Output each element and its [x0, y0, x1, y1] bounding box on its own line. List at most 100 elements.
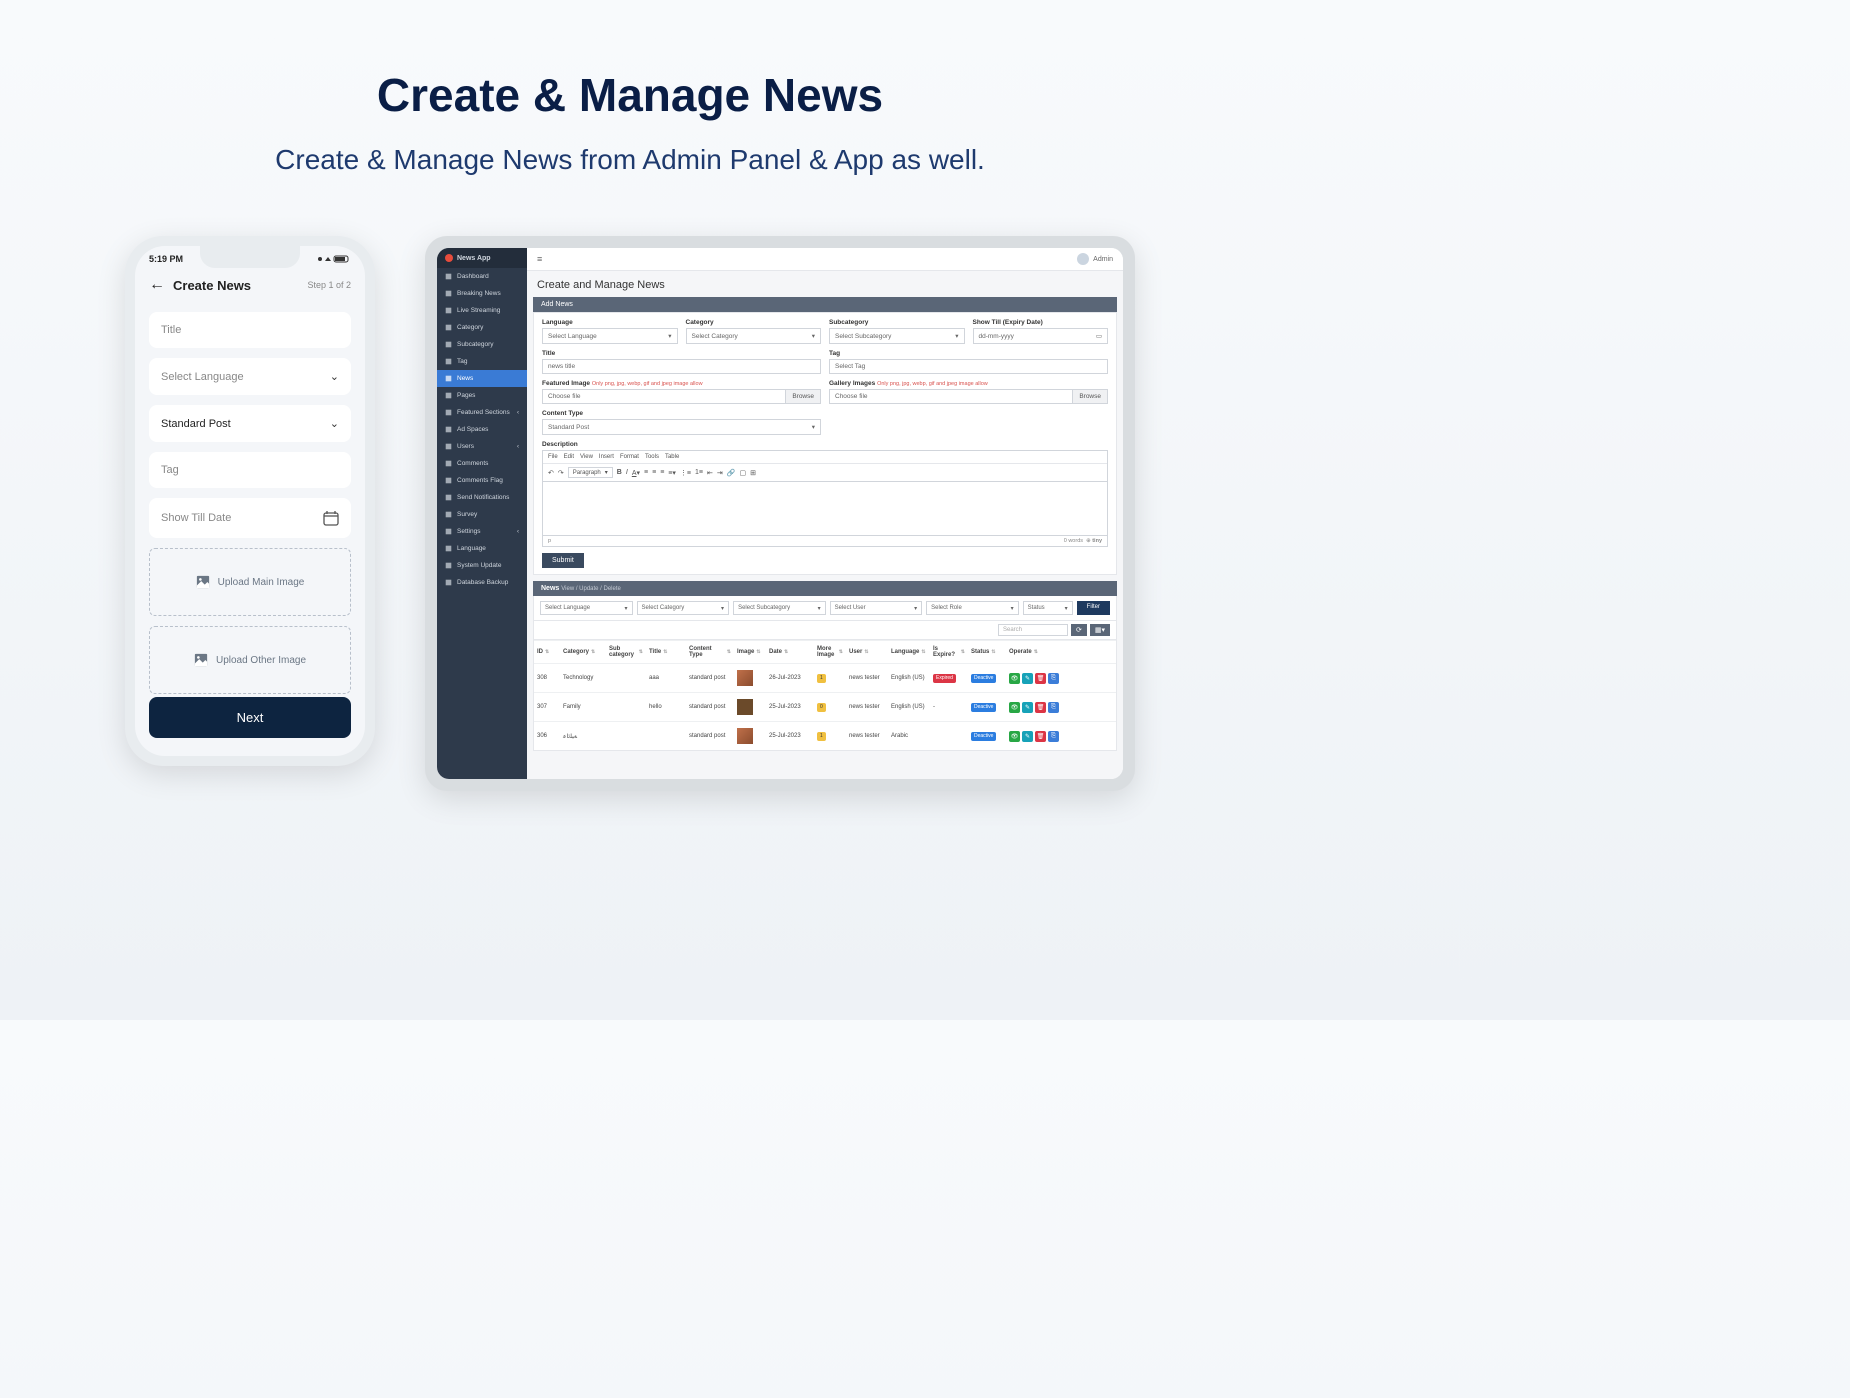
undo-icon[interactable]: ↶ [548, 469, 554, 477]
col-title[interactable]: Title⇅ [646, 641, 686, 663]
editor-toolbar[interactable]: ↶↷ Paragraph ▾ BI A▾ ≡≡≡≡▾ ⋮≡1≡ ⇤⇥ 🔗▢⊞ [543, 464, 1107, 481]
title-input[interactable]: news title [542, 359, 821, 374]
underline-icon[interactable]: A▾ [632, 469, 640, 477]
clone-button[interactable]: ⎘ [1048, 673, 1059, 684]
show-till-input[interactable]: dd-mm-yyyy▭ [973, 328, 1109, 344]
bold-icon[interactable]: B [617, 469, 622, 476]
category-select[interactable]: Select Category▾ [686, 328, 822, 344]
col-id[interactable]: ID⇅ [534, 641, 560, 663]
outdent-icon[interactable]: ⇤ [707, 469, 713, 477]
align-left-icon[interactable]: ≡ [644, 469, 648, 476]
image-icon[interactable]: ▢ [739, 469, 746, 477]
delete-button[interactable]: 🗑 [1035, 673, 1046, 684]
editor-menu-edit[interactable]: Edit [564, 454, 574, 460]
filter-category[interactable]: Select Category▾ [637, 601, 730, 615]
col-date[interactable]: Date⇅ [766, 641, 814, 663]
content-type-select[interactable]: Standard Post▾ [542, 419, 821, 435]
featured-browse-button[interactable]: Browse [786, 389, 821, 404]
search-input[interactable]: Search [998, 624, 1068, 636]
filter-user[interactable]: Select User▾ [830, 601, 923, 615]
language-select[interactable]: Select Language▾ [542, 328, 678, 344]
tag-input[interactable]: Tag [149, 452, 351, 488]
sidebar-item-category[interactable]: Category [437, 319, 527, 336]
sidebar-item-users[interactable]: Users‹ [437, 438, 527, 455]
clone-button[interactable]: ⎘ [1048, 702, 1059, 713]
show-till-input[interactable]: Show Till Date [149, 498, 351, 538]
subcategory-select[interactable]: Select Subcategory▾ [829, 328, 965, 344]
sidebar-item-comments-flag[interactable]: Comments Flag [437, 472, 527, 489]
sidebar-item-ad-spaces[interactable]: Ad Spaces [437, 421, 527, 438]
sidebar-item-comments[interactable]: Comments [437, 455, 527, 472]
edit-button[interactable]: ✎ [1022, 673, 1033, 684]
col-more[interactable]: More Image⇅ [814, 641, 846, 663]
list-ul-icon[interactable]: ⋮≡ [680, 469, 691, 477]
redo-icon[interactable]: ↷ [558, 469, 564, 477]
sidebar-item-pages[interactable]: Pages [437, 387, 527, 404]
sidebar-item-send-notifications[interactable]: Send Notifications [437, 489, 527, 506]
view-button[interactable]: 👁 [1009, 673, 1020, 684]
editor-menu-insert[interactable]: Insert [599, 454, 614, 460]
col-cat[interactable]: Category⇅ [560, 641, 606, 663]
col-exp[interactable]: Is Expire?⇅ [930, 641, 968, 663]
sidebar-item-breaking-news[interactable]: Breaking News [437, 285, 527, 302]
align-right-icon[interactable]: ≡ [660, 469, 664, 476]
next-button[interactable]: Next [149, 697, 351, 738]
post-type-select[interactable]: Standard Post ⌄ [149, 405, 351, 442]
language-select[interactable]: Select Language ⌄ [149, 358, 351, 395]
editor-menu-view[interactable]: View [580, 454, 593, 460]
filter-button[interactable]: Filter [1077, 601, 1110, 615]
indent-icon[interactable]: ⇥ [717, 469, 723, 477]
filter-role[interactable]: Select Role▾ [926, 601, 1019, 615]
col-lang[interactable]: Language⇅ [888, 641, 930, 663]
refresh-button[interactable]: ⟳ [1071, 624, 1087, 636]
sidebar-item-featured-sections[interactable]: Featured Sections‹ [437, 404, 527, 421]
col-op[interactable]: Operate⇅ [1006, 641, 1116, 663]
sidebar-item-dashboard[interactable]: Dashboard [437, 268, 527, 285]
col-stat[interactable]: Status⇅ [968, 641, 1006, 663]
col-sub[interactable]: Sub category⇅ [606, 641, 646, 663]
sidebar-item-subcategory[interactable]: Subcategory [437, 336, 527, 353]
filter-subcategory[interactable]: Select Subcategory▾ [733, 601, 826, 615]
sidebar-item-database-backup[interactable]: Database Backup [437, 574, 527, 591]
filter-status[interactable]: Status▾ [1023, 601, 1073, 615]
sidebar-item-system-update[interactable]: System Update [437, 557, 527, 574]
editor-body[interactable] [542, 481, 1108, 536]
italic-icon[interactable]: I [626, 469, 628, 476]
back-icon[interactable]: ← [149, 276, 165, 294]
col-user[interactable]: User⇅ [846, 641, 888, 663]
user-menu[interactable]: Admin [1077, 253, 1113, 265]
sidebar-item-settings[interactable]: Settings‹ [437, 523, 527, 540]
col-ct[interactable]: Content Type⇅ [686, 641, 734, 663]
editor-menu-format[interactable]: Format [620, 454, 639, 460]
columns-button[interactable]: ▦▾ [1090, 624, 1110, 636]
link-icon[interactable]: 🔗 [727, 469, 736, 477]
table-icon[interactable]: ⊞ [750, 469, 756, 477]
sidebar-item-news[interactable]: News [437, 370, 527, 387]
sidebar-item-live-streaming[interactable]: Live Streaming [437, 302, 527, 319]
view-button[interactable]: 👁 [1009, 702, 1020, 713]
title-input[interactable]: Title [149, 312, 351, 348]
menu-icon[interactable]: ≡ [537, 254, 542, 264]
editor-menu-table[interactable]: Table [665, 454, 679, 460]
editor-menu-file[interactable]: File [548, 454, 558, 460]
featured-file-input[interactable]: Choose file [542, 389, 786, 404]
gallery-file-input[interactable]: Choose file [829, 389, 1073, 404]
col-img[interactable]: Image⇅ [734, 641, 766, 663]
submit-button[interactable]: Submit [542, 553, 584, 568]
sidebar-item-survey[interactable]: Survey [437, 506, 527, 523]
clone-button[interactable]: ⎘ [1048, 731, 1059, 742]
edit-button[interactable]: ✎ [1022, 702, 1033, 713]
view-button[interactable]: 👁 [1009, 731, 1020, 742]
filter-language[interactable]: Select Language▾ [540, 601, 633, 615]
sidebar-item-tag[interactable]: Tag [437, 353, 527, 370]
align-center-icon[interactable]: ≡ [652, 469, 656, 476]
sidebar-item-language[interactable]: Language [437, 540, 527, 557]
gallery-browse-button[interactable]: Browse [1073, 389, 1108, 404]
delete-button[interactable]: 🗑 [1035, 731, 1046, 742]
editor-menu-tools[interactable]: Tools [645, 454, 659, 460]
delete-button[interactable]: 🗑 [1035, 702, 1046, 713]
paragraph-select[interactable]: Paragraph ▾ [568, 467, 613, 478]
editor-menu[interactable]: File Edit View Insert Format Tools Table [543, 451, 1107, 464]
upload-other-image[interactable]: Upload Other Image [149, 626, 351, 694]
tag-select[interactable]: Select Tag [829, 359, 1108, 374]
